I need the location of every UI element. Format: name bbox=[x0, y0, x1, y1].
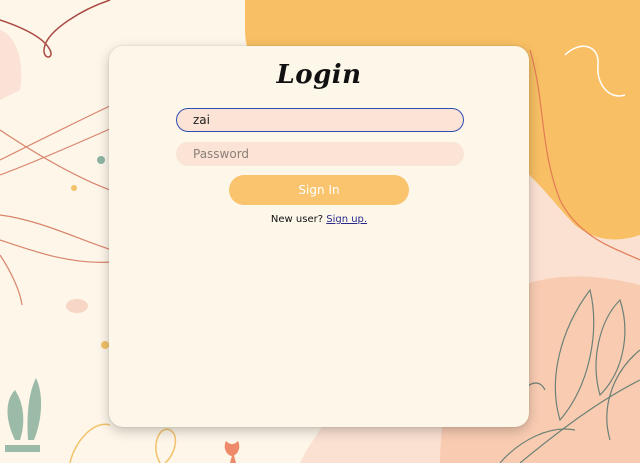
orange-loop-shape bbox=[155, 428, 177, 463]
new-user-prompt: New user? Sign up. bbox=[109, 214, 529, 225]
new-user-text: New user? bbox=[270, 214, 324, 225]
username-input[interactable] bbox=[176, 108, 464, 132]
sign-in-button[interactable]: Sign In bbox=[229, 175, 409, 205]
dot-yellow bbox=[71, 185, 77, 191]
dot-yellow-small bbox=[101, 341, 109, 349]
coral-flower bbox=[224, 441, 240, 463]
login-card: Login Sign In New user? Sign up. bbox=[109, 46, 529, 427]
dot-green bbox=[97, 156, 105, 164]
sign-up-link[interactable]: Sign up. bbox=[326, 214, 367, 225]
password-input[interactable] bbox=[176, 142, 464, 166]
left-leaf-lines bbox=[0, 104, 113, 306]
dot-peach bbox=[66, 299, 88, 313]
login-title: Login bbox=[276, 60, 362, 90]
yellow-loop-shape bbox=[69, 423, 111, 463]
green-leaves bbox=[5, 378, 42, 452]
left-peach-shape bbox=[0, 30, 22, 100]
